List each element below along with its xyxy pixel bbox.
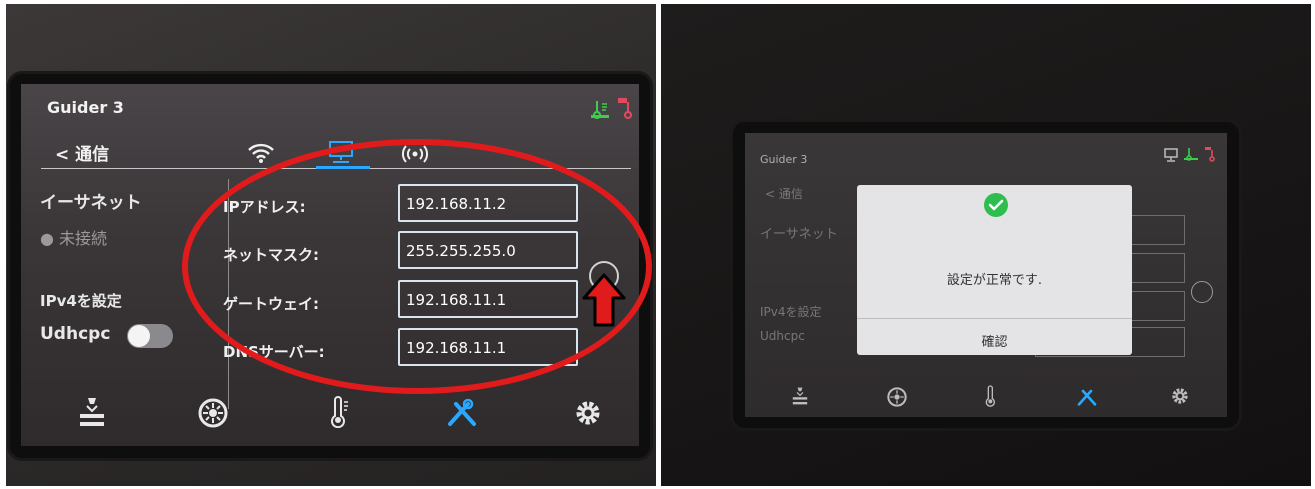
- dialog-message: 設定が正常です.: [946, 273, 1043, 288]
- section-title: イーサネット: [40, 193, 142, 213]
- device-title: Guider 3: [47, 98, 124, 117]
- confirmation-screen: Guider 3 < 通信 イーサネット IPv4を設定 Udhcpc 設定が正…: [745, 133, 1227, 417]
- device-title: Guider 3: [760, 153, 808, 166]
- bed-temp-icon: [1183, 146, 1199, 166]
- bed-temp-icon: [589, 98, 611, 124]
- ipv4-label: IPv4を設定: [760, 305, 822, 319]
- back-button[interactable]: < 通信: [765, 185, 803, 202]
- section-title: イーサネット: [760, 227, 838, 242]
- toggle-knob: [128, 325, 150, 347]
- thermometer-icon[interactable]: [327, 396, 351, 432]
- settings-icon[interactable]: [1170, 386, 1190, 410]
- success-dialog: 設定が正常です. 確認: [857, 185, 1132, 355]
- nozzle-temp-icon: [615, 96, 635, 124]
- filament-icon[interactable]: [887, 387, 907, 411]
- confirm-button[interactable]: 確認: [857, 331, 1132, 350]
- arrow-up-icon: [580, 272, 628, 332]
- settings-icon[interactable]: [573, 398, 603, 432]
- left-photo: Guider 3 < 通信 イーサネット ● 未接続 IPv4を設定 Udhcp…: [6, 4, 656, 486]
- ipv4-label: IPv4を設定: [40, 292, 122, 310]
- udhcpc-toggle[interactable]: [127, 324, 173, 348]
- highlight-ellipse: [182, 139, 652, 394]
- apply-check-button: [1191, 281, 1213, 303]
- tools-icon[interactable]: [1076, 387, 1098, 411]
- tools-icon[interactable]: [446, 398, 478, 432]
- thermometer-icon[interactable]: [983, 385, 999, 411]
- ethernet-icon: [1163, 147, 1179, 167]
- print-icon[interactable]: [77, 396, 107, 432]
- nozzle-temp-icon: [1203, 145, 1217, 167]
- success-check-icon: [984, 193, 1008, 217]
- filament-icon[interactable]: [198, 398, 228, 432]
- udhcpc-label: Udhcpc: [760, 329, 805, 343]
- print-icon[interactable]: [791, 386, 809, 410]
- udhcpc-label: Udhcpc: [40, 324, 111, 344]
- right-photo: Guider 3 < 通信 イーサネット IPv4を設定 Udhcpc 設定が正…: [661, 4, 1311, 486]
- connection-status: ● 未接続: [40, 229, 108, 248]
- back-button[interactable]: < 通信: [55, 140, 109, 165]
- wifi-icon[interactable]: [247, 142, 275, 168]
- dialog-divider: [857, 318, 1132, 319]
